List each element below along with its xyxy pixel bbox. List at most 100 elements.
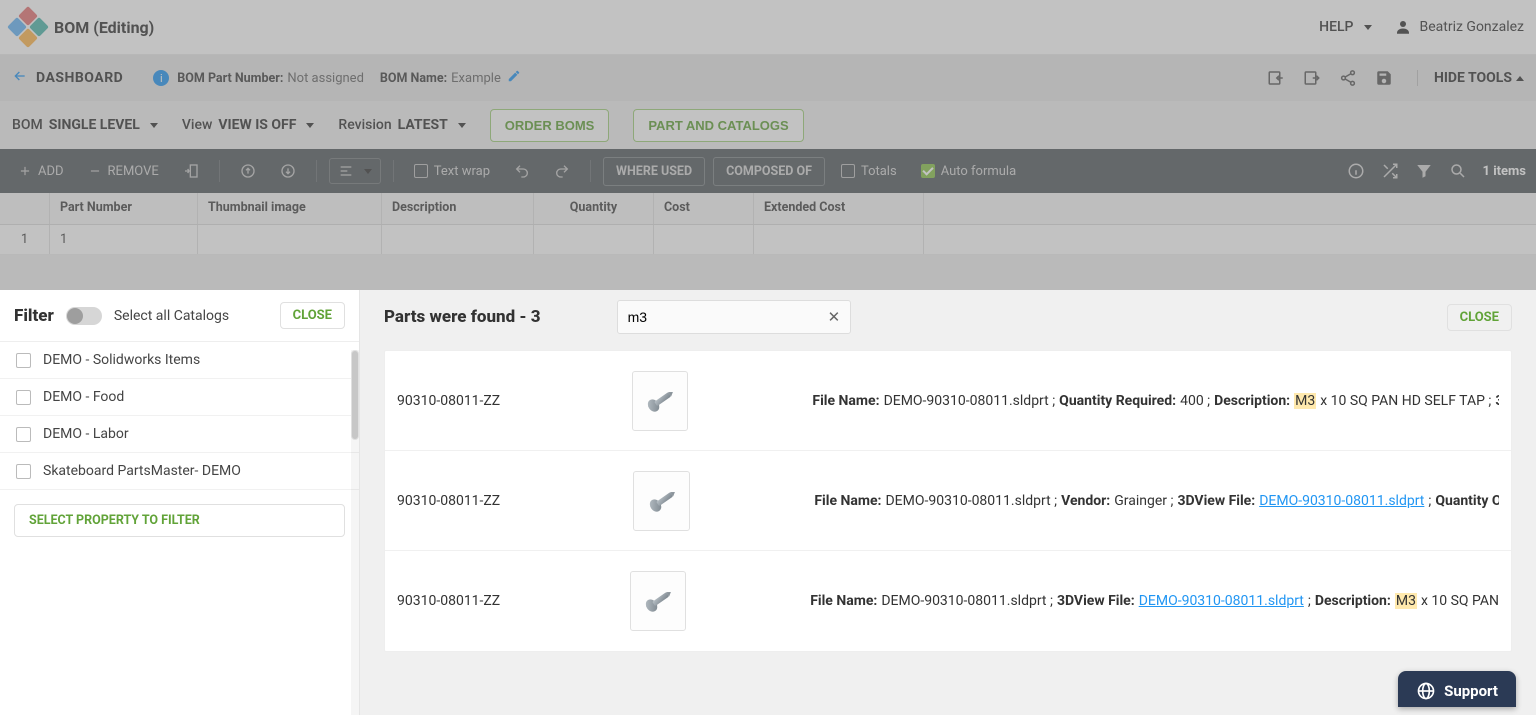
result-thumbnail: [632, 371, 689, 431]
table-col-description[interactable]: Description: [382, 193, 534, 224]
cell-cost[interactable]: [654, 225, 754, 254]
bom-name-label: BOM Name:: [380, 71, 447, 86]
result-partnumber: 90310-08011-ZZ: [397, 593, 630, 609]
table-col-index: [0, 193, 50, 224]
table-col-quantity[interactable]: Quantity: [534, 193, 654, 224]
checkbox-icon[interactable]: [16, 464, 31, 479]
toolbar: ADD REMOVE Text wrap WHERE USED COMPOSED…: [0, 149, 1536, 193]
result-card[interactable]: 90310-08011-ZZ File Name: DEMO-90310-0801…: [385, 451, 1511, 551]
user-menu[interactable]: Beatriz Gonzalez: [1394, 18, 1525, 36]
part-catalogs-button[interactable]: PART AND CATALOGS: [633, 109, 803, 142]
info-icon[interactable]: i: [153, 70, 169, 86]
filter-scrollbar[interactable]: [351, 350, 359, 715]
user-name: Beatriz Gonzalez: [1420, 19, 1525, 35]
result-partnumber: 90310-08011-ZZ: [397, 493, 633, 509]
filter-item-label: DEMO - Labor: [43, 426, 129, 442]
table-row[interactable]: 1 1: [0, 225, 1536, 255]
result-partnumber: 90310-08011-ZZ: [397, 393, 632, 409]
search-icon[interactable]: [1449, 162, 1467, 180]
autoformula-toggle[interactable]: Auto formula: [913, 160, 1024, 183]
redo-button[interactable]: [546, 159, 578, 183]
redo-icon: [554, 163, 570, 179]
dashboard-link[interactable]: DASHBOARD: [36, 70, 123, 86]
results-close-button[interactable]: CLOSE: [1447, 304, 1512, 331]
filter-close-button[interactable]: CLOSE: [280, 302, 345, 329]
shuffle-icon[interactable]: [1381, 162, 1399, 180]
results-title: Parts were found - 3: [384, 307, 541, 327]
move-down-button[interactable]: [272, 159, 304, 183]
filter-item-label: DEMO - Solidworks Items: [43, 352, 200, 368]
align-icon: [338, 163, 354, 179]
file-link[interactable]: DEMO-90310-08011.sldprt: [1139, 593, 1304, 609]
cell-thumbnail[interactable]: [198, 225, 382, 254]
align-dropdown[interactable]: [329, 158, 381, 184]
selectall-label: Select all Catalogs: [114, 308, 229, 324]
result-meta: File Name: DEMO-90310-08011.sldprt ; Ven…: [814, 493, 1499, 509]
move-up-button[interactable]: [232, 159, 264, 183]
import-icon[interactable]: [1267, 69, 1285, 87]
filter-item[interactable]: Skateboard PartsMaster- DEMO: [0, 453, 359, 490]
subbar: DASHBOARD i BOM Part Number: Not assigne…: [0, 55, 1536, 101]
cell-description[interactable]: [382, 225, 534, 254]
table-col-partnumber[interactable]: Part Number: [50, 193, 198, 224]
results-panel: Parts were found - 3 ✕ CLOSE 90310-08011…: [360, 290, 1536, 715]
composed-of-button[interactable]: COMPOSED OF: [713, 157, 825, 186]
filter-item[interactable]: DEMO - Solidworks Items: [0, 342, 359, 379]
filter-item[interactable]: DEMO - Food: [0, 379, 359, 416]
undo-icon: [514, 163, 530, 179]
checkbox-icon[interactable]: [16, 427, 31, 442]
order-boms-button[interactable]: ORDER BOMS: [490, 109, 610, 142]
totals-toggle[interactable]: Totals: [833, 160, 905, 183]
arrow-up-icon: [240, 163, 256, 179]
filter-item[interactable]: DEMO - Labor: [0, 416, 359, 453]
result-card[interactable]: 90310-08011-ZZ File Name: DEMO-90310-0801…: [385, 351, 1511, 451]
export-icon[interactable]: [1303, 69, 1321, 87]
support-icon: [1416, 681, 1436, 701]
checkbox-icon[interactable]: [16, 353, 31, 368]
edit-icon[interactable]: [507, 69, 521, 87]
select-property-button[interactable]: SELECT PROPERTY TO FILTER: [14, 504, 345, 537]
plus-icon: [18, 164, 32, 178]
hide-tools-toggle[interactable]: HIDE TOOLS: [1417, 70, 1524, 86]
filter-icon[interactable]: [1415, 162, 1433, 180]
table-col-cost[interactable]: Cost: [654, 193, 754, 224]
info-circle-icon[interactable]: [1347, 162, 1365, 180]
arrow-down-icon: [280, 163, 296, 179]
remove-button[interactable]: REMOVE: [80, 160, 167, 183]
topbar: BOM (Editing) HELP Beatriz Gonzalez: [0, 0, 1536, 55]
table-col-extcost[interactable]: Extended Cost: [754, 193, 924, 224]
cell-index: 1: [0, 225, 50, 254]
checkbox-icon[interactable]: [16, 390, 31, 405]
filter-title: Filter: [14, 306, 54, 326]
result-meta: File Name: DEMO-90310-08011.sldprt ; Qua…: [812, 393, 1499, 409]
file-link[interactable]: DEMO-90310-08011.sldprt: [1259, 493, 1424, 509]
table-header: Part Number Thumbnail image Description …: [0, 193, 1536, 225]
bom-level-dropdown[interactable]: BOM SINGLE LEVEL: [12, 117, 158, 133]
search-input[interactable]: [618, 301, 818, 333]
logo: [12, 11, 44, 43]
revision-dropdown[interactable]: Revision LATEST: [338, 117, 465, 133]
view-dropdown[interactable]: View VIEW IS OFF: [182, 117, 315, 133]
menubar: BOM SINGLE LEVEL View VIEW IS OFF Revisi…: [0, 101, 1536, 149]
filter-item-label: Skateboard PartsMaster- DEMO: [43, 463, 241, 479]
cell-partnumber[interactable]: 1: [50, 225, 198, 254]
result-thumbnail: [633, 471, 690, 531]
result-card[interactable]: 90310-08011-ZZFile Name: DEMO-90310-0801…: [385, 551, 1511, 651]
support-button[interactable]: Support: [1398, 671, 1516, 707]
table-col-thumbnail[interactable]: Thumbnail image: [198, 193, 382, 224]
where-used-button[interactable]: WHERE USED: [603, 157, 705, 186]
selectall-toggle[interactable]: [66, 307, 102, 325]
add-button[interactable]: ADD: [10, 160, 72, 183]
help-menu[interactable]: HELP: [1319, 19, 1371, 35]
insert-icon: [183, 163, 199, 179]
share-icon[interactable]: [1339, 69, 1357, 87]
clear-search-icon[interactable]: ✕: [818, 308, 851, 326]
save-icon[interactable]: [1375, 69, 1393, 87]
back-arrow-icon[interactable]: [12, 68, 28, 88]
search-panel: Filter Select all Catalogs CLOSE DEMO - …: [0, 290, 1536, 715]
textwrap-toggle[interactable]: Text wrap: [406, 160, 498, 183]
cell-extcost[interactable]: [754, 225, 924, 254]
cell-quantity[interactable]: [534, 225, 654, 254]
insert-button[interactable]: [175, 159, 207, 183]
undo-button[interactable]: [506, 159, 538, 183]
